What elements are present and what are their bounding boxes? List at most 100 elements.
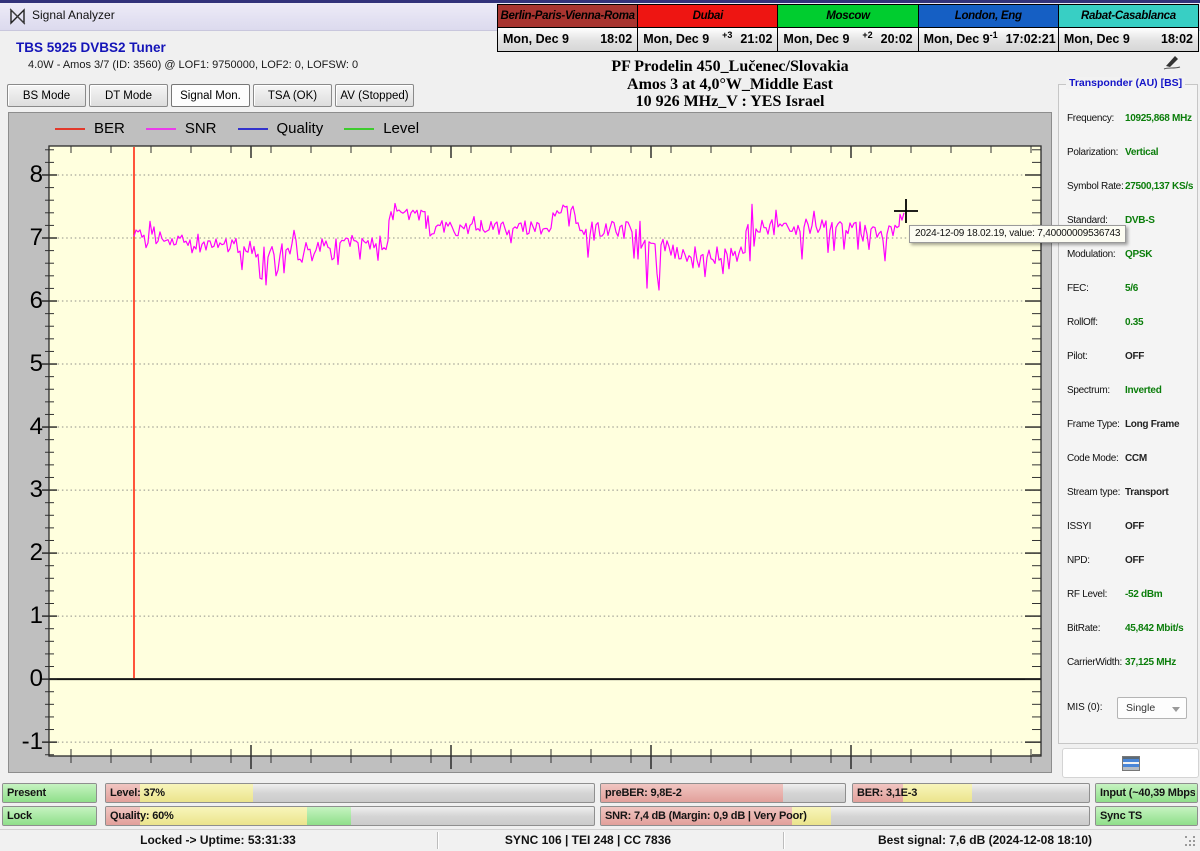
transponder-field-rf-level: RF Level: -52 dBm — [1059, 589, 1197, 603]
gauge-label: Present — [7, 784, 94, 803]
field-value: 37,125 MHz — [1125, 657, 1176, 668]
clock-utc-offset: +2 — [849, 30, 880, 40]
field-value: Long Frame — [1125, 419, 1179, 430]
clock-time-value: 21:02 — [740, 32, 772, 46]
clock-city-label: Dubai — [638, 5, 777, 28]
legend-item-quality: Quality — [238, 120, 324, 137]
toolbar-button-bs-mode[interactable]: BS Mode — [7, 84, 86, 107]
transponder-field-pilot: Pilot:OFF — [1059, 351, 1197, 365]
titlebar-accent — [0, 0, 1200, 3]
gauge-ber: BER: 3,1E-3 — [852, 783, 1090, 803]
field-value: -52 dBm — [1125, 589, 1162, 600]
toolbar-button-dt-mode[interactable]: DT Mode — [89, 84, 168, 107]
toolbar-button-av-stopped[interactable]: AV (Stopped) — [335, 84, 414, 107]
transponder-field-stream-type: Stream type:Transport — [1059, 487, 1197, 501]
site-title-line2: Amos 3 at 4,0°W_Middle East — [420, 76, 1040, 94]
resize-grip[interactable] — [1185, 836, 1197, 848]
clock-time-value: 18:02 — [1161, 32, 1193, 46]
disk-icon — [1122, 756, 1140, 771]
y-axis-label: 1 — [9, 602, 43, 630]
field-value: 5/6 — [1125, 283, 1138, 294]
transponder-field-frequency: Frequency:10925,868 MHz — [1059, 113, 1197, 127]
clock-time-cell: Mon, Dec 918:02 — [498, 28, 637, 51]
field-value: Vertical — [1125, 147, 1158, 158]
field-value: 0.35 — [1125, 317, 1143, 328]
transponder-panel: Transponder (AU) [BS] MIS (0): Single Fr… — [1058, 84, 1198, 744]
clock-column-moscow: MoscowMon, Dec 9+220:02 — [778, 5, 918, 51]
y-axis-label: 7 — [9, 224, 43, 252]
field-label: Frame Type: — [1067, 419, 1120, 430]
gauge-label: Quality: 60% — [110, 807, 592, 826]
gauge-present: Present — [2, 783, 97, 803]
field-label: RF Level: — [1067, 589, 1107, 600]
mode-toolbar: BS ModeDT ModeSignal Mon.TSA (OK)AV (Sto… — [7, 84, 414, 107]
status-bar: Locked -> Uptime: 53:31:33 SYNC 106 | TE… — [0, 829, 1200, 851]
legend-label: Level — [383, 120, 419, 137]
clock-time-value: 18:02 — [600, 32, 632, 46]
clock-date: Mon, Dec 9 — [1064, 32, 1130, 46]
field-value: OFF — [1125, 351, 1144, 362]
transponder-field-fec: FEC: 5/6 — [1059, 283, 1197, 297]
clock-utc-offset: -1 — [990, 30, 1006, 40]
transponder-field-code-mode: Code Mode:CCM — [1059, 453, 1197, 467]
clock-time-cell: Mon, Dec 9+321:02 — [638, 28, 777, 51]
mis-label: MIS (0): — [1067, 702, 1103, 713]
gauge-label: Level: 37% — [110, 784, 592, 803]
clock-date: Mon, Dec 9 — [643, 32, 709, 46]
site-title-line1: PF Prodelin 450_Lučenec/Slovakia — [420, 58, 1040, 76]
legend-item-ber: BER — [55, 120, 125, 137]
legend-label: Quality — [277, 120, 324, 137]
field-value: Inverted — [1125, 385, 1162, 396]
y-axis-label: 8 — [9, 161, 43, 189]
gauge-lock: Lock — [2, 806, 97, 826]
field-value: DVB-S — [1125, 215, 1155, 226]
gauge-label: Lock — [7, 807, 94, 826]
panel-save-button[interactable] — [1062, 748, 1199, 778]
field-label: Code Mode: — [1067, 453, 1118, 464]
toolbar-button-tsa-ok[interactable]: TSA (OK) — [253, 84, 332, 107]
clock-city-label: London, Eng — [919, 5, 1058, 28]
field-label: Symbol Rate: — [1067, 181, 1123, 192]
field-label: RollOff: — [1067, 317, 1098, 328]
legend-line-snr — [146, 128, 176, 130]
clock-column-rabat-casablanca: Rabat-Casablanca Mon, Dec 9 18:02 — [1059, 5, 1198, 51]
mis-select[interactable]: Single — [1117, 697, 1187, 719]
transponder-field-symbol-rate: Symbol Rate:27500,137 KS/s — [1059, 181, 1197, 195]
gauge-input: Input (~40,39 Mbps) — [1095, 783, 1198, 803]
field-label: FEC: — [1067, 283, 1089, 294]
y-axis-label: 6 — [9, 287, 43, 315]
signature-glyph — [1162, 54, 1182, 70]
gauge-label: Input (~40,39 Mbps) — [1100, 784, 1195, 803]
clock-column-berlin-paris-vienna-roma: Berlin-Paris-Vienna-RomaMon, Dec 918:02 — [498, 5, 638, 51]
y-axis-label: 0 — [9, 665, 43, 693]
clock-column-dubai: DubaiMon, Dec 9+321:02 — [638, 5, 778, 51]
field-label: Polarization: — [1067, 147, 1118, 158]
statusbar-divider — [437, 832, 438, 849]
legend-line-quality — [238, 128, 268, 130]
transponder-field-rolloff: RollOff: 0.35 — [1059, 317, 1197, 331]
field-value: 27500,137 KS/s — [1125, 181, 1193, 192]
transponder-panel-title: Transponder (AU) [BS] — [1066, 77, 1185, 89]
tuner-subtitle: 4.0W - Amos 3/7 (ID: 3560) @ LOF1: 97500… — [28, 59, 358, 71]
site-title-line3: 10 926 MHz_V : YES Israel — [420, 93, 1040, 111]
legend-line-ber — [55, 128, 85, 130]
gauge-label: preBER: 9,8E-2 — [605, 784, 843, 803]
window-title: Signal Analyzer — [32, 8, 115, 22]
transponder-field-carrierwidth: CarrierWidth:37,125 MHz — [1059, 657, 1197, 671]
field-label: BitRate: — [1067, 623, 1100, 634]
y-axis-label: 3 — [9, 476, 43, 504]
field-value: 45,842 Mbit/s — [1125, 623, 1183, 634]
y-axis-label: -1 — [9, 728, 43, 756]
clock-city-label: Berlin-Paris-Vienna-Roma — [498, 5, 637, 28]
clock-city-label: Rabat-Casablanca — [1059, 5, 1198, 28]
field-label: CarrierWidth: — [1067, 657, 1122, 668]
y-axis-label: 4 — [9, 413, 43, 441]
transponder-field-npd: NPD:OFF — [1059, 555, 1197, 569]
toolbar-button-signal-mon[interactable]: Signal Mon. — [171, 84, 250, 107]
clock-time-cell: Mon, Dec 9-117:02:21 — [919, 28, 1058, 51]
gauge-syncts: Sync TS — [1095, 806, 1198, 826]
world-clocks: Berlin-Paris-Vienna-RomaMon, Dec 918:02D… — [497, 4, 1199, 52]
gauge-label: BER: 3,1E-3 — [857, 784, 1087, 803]
field-label: Modulation: — [1067, 249, 1115, 260]
transponder-field-spectrum: Spectrum:Inverted — [1059, 385, 1197, 399]
